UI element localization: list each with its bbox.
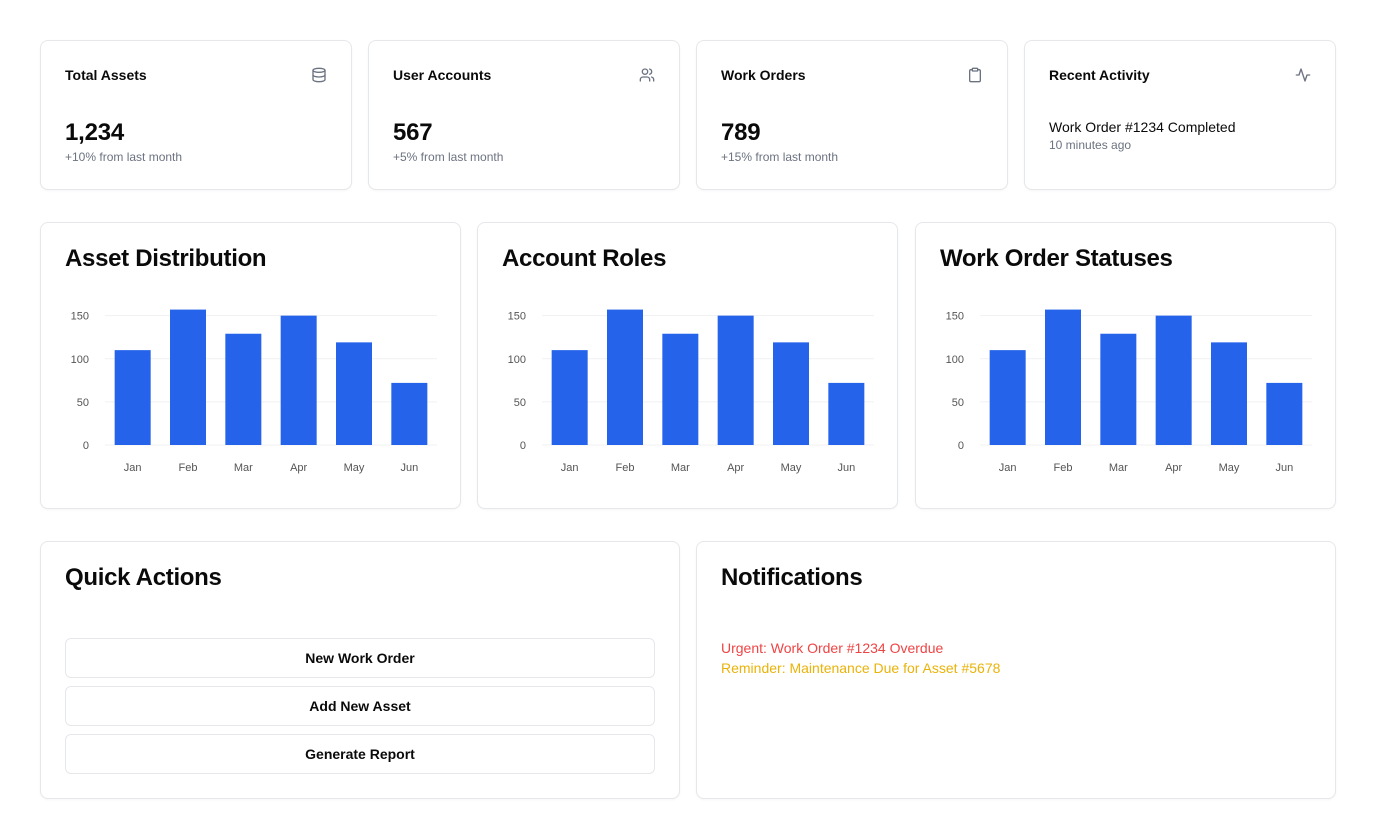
quick-actions-title: Quick Actions (65, 564, 222, 591)
x-tick-label: Apr (290, 462, 307, 474)
bar-jan[interactable] (114, 350, 151, 445)
x-tick-label: Mar (234, 462, 253, 474)
bar-mar[interactable] (225, 333, 262, 445)
x-tick-label: Jun (1275, 462, 1293, 474)
x-tick-label: Jan (561, 462, 579, 474)
bar-may[interactable] (773, 342, 809, 445)
users-icon (639, 68, 655, 82)
stat-value: 789 (721, 119, 761, 146)
stat-value: 567 (393, 119, 433, 146)
x-tick-label: Mar (1109, 462, 1128, 474)
recent-activity-item: Work Order #1234 Completed (1049, 119, 1236, 135)
y-tick-label: 150 (71, 311, 89, 323)
y-tick-label: 100 (71, 354, 89, 366)
notification-urgent: Urgent: Work Order #1234 Overdue (721, 640, 944, 656)
bar-jan[interactable] (551, 350, 588, 445)
x-tick-label: Jan (124, 462, 142, 474)
y-tick-label: 100 (508, 354, 526, 366)
bar-feb[interactable] (170, 309, 206, 445)
bar-apr[interactable] (280, 315, 317, 445)
x-tick-label: Feb (1054, 462, 1073, 474)
x-tick-label: Mar (671, 462, 690, 474)
database-icon (312, 67, 326, 83)
stat-card-total-assets: Total Assets 1,234 +10% from last month (40, 40, 352, 190)
x-tick-label: Apr (1165, 462, 1182, 474)
new-work-order-button[interactable]: New Work Order (65, 638, 655, 678)
notification-reminder: Reminder: Maintenance Due for Asset #567… (721, 660, 1001, 676)
stat-card-work-orders: Work Orders 789 +15% from last month (696, 40, 1008, 190)
stat-card-user-accounts: User Accounts 567 +5% from last month (368, 40, 680, 190)
bar-jun[interactable] (391, 382, 428, 445)
chart-card-asset-distribution: Asset Distribution 0 50 100 150 Jan Feb Mar Apr… (40, 222, 461, 509)
bar-jan[interactable] (989, 350, 1026, 445)
bar-apr[interactable] (717, 315, 754, 445)
activity-icon (1295, 68, 1311, 82)
y-tick-label: 50 (77, 397, 89, 409)
y-tick-label: 0 (83, 440, 89, 452)
x-tick-label: Jan (999, 462, 1017, 474)
y-tick-label: 50 (514, 397, 526, 409)
x-tick-label: Jun (837, 462, 855, 474)
y-tick-label: 100 (946, 354, 964, 366)
account-roles-chart: 0 50 100 150 Jan Feb Mar Apr May Jun (508, 309, 874, 474)
bar-apr[interactable] (1155, 315, 1192, 445)
bar-jun[interactable] (1266, 382, 1303, 445)
asset-distribution-chart: 0 50 100 150 Jan Feb Mar Apr May Jun (71, 309, 437, 474)
y-tick-label: 150 (946, 311, 964, 323)
chart-card-work-order-statuses: Work Order Statuses 0 50 100 150 Jan Feb Mar Ap… (915, 222, 1336, 509)
stat-value: 1,234 (65, 119, 125, 146)
generate-report-button[interactable]: Generate Report (65, 734, 655, 774)
bar-feb[interactable] (1045, 309, 1081, 445)
y-tick-label: 150 (508, 311, 526, 323)
stat-title: Recent Activity (1049, 67, 1150, 83)
stat-title: User Accounts (393, 67, 492, 83)
notifications-title: Notifications (721, 564, 863, 591)
x-tick-label: Feb (179, 462, 198, 474)
stat-change: +15% from last month (721, 150, 839, 164)
chart-card-account-roles: Account Roles 0 50 100 150 Jan Feb Mar Apr May Ju… (477, 222, 898, 509)
recent-activity-time: 10 minutes ago (1049, 138, 1132, 152)
bar-feb[interactable] (607, 309, 643, 445)
stat-title: Total Assets (65, 67, 147, 83)
stat-title: Work Orders (721, 67, 806, 83)
bar-may[interactable] (336, 342, 372, 445)
x-tick-label: May (781, 462, 802, 474)
stat-change: +10% from last month (65, 150, 183, 164)
bar-may[interactable] (1211, 342, 1247, 445)
bar-mar[interactable] (662, 333, 699, 445)
quick-actions-card: Quick Actions New Work Order Add New Ass… (40, 541, 680, 799)
clipboard-icon (969, 67, 981, 83)
x-tick-label: Jun (400, 462, 418, 474)
stat-card-recent-activity: Recent Activity Work Order #1234 Complet… (1024, 40, 1336, 190)
y-tick-label: 0 (958, 440, 964, 452)
work-order-statuses-chart: 0 50 100 150 Jan Feb Mar Apr May Jun (946, 309, 1312, 474)
x-tick-label: May (1219, 462, 1240, 474)
notifications-card: Notifications Urgent: Work Order #1234 O… (696, 541, 1336, 799)
y-tick-label: 0 (520, 440, 526, 452)
bar-mar[interactable] (1100, 333, 1137, 445)
bar-jun[interactable] (828, 382, 865, 445)
stat-change: +5% from last month (393, 150, 504, 164)
x-tick-label: May (344, 462, 365, 474)
add-new-asset-button[interactable]: Add New Asset (65, 686, 655, 726)
y-tick-label: 50 (952, 397, 964, 409)
x-tick-label: Feb (616, 462, 635, 474)
x-tick-label: Apr (727, 462, 744, 474)
